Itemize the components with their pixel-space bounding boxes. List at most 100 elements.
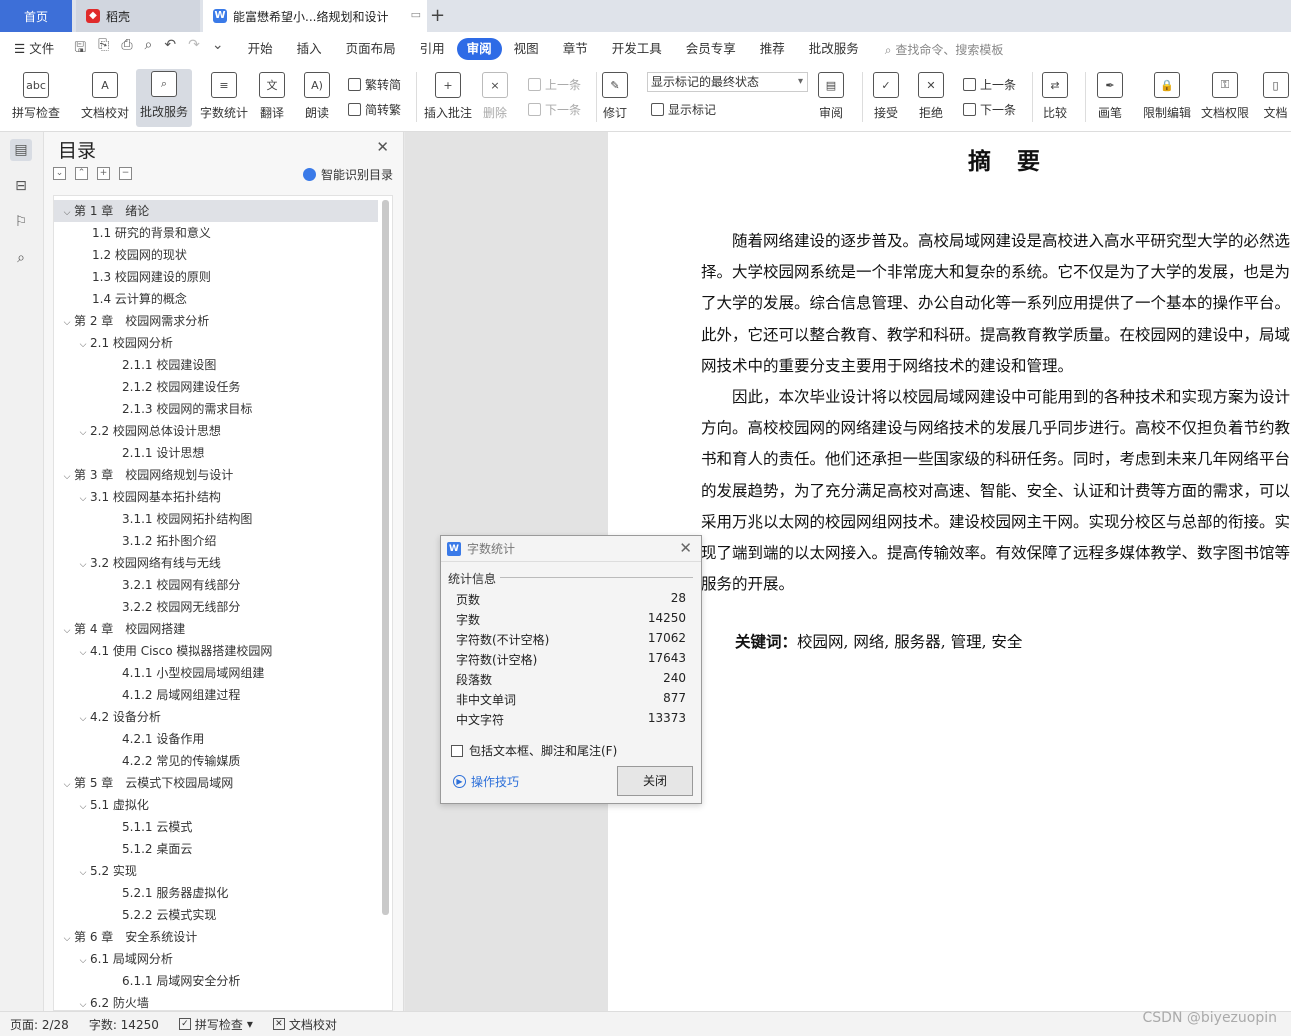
- page-indicator[interactable]: 页面: 2/28: [0, 1016, 79, 1033]
- chevron-down-icon[interactable]: ⌵: [76, 488, 90, 510]
- menu-insert[interactable]: 插入: [285, 38, 334, 60]
- toc-item[interactable]: 3.2.2 校园网无线部分: [54, 596, 240, 618]
- toc-item[interactable]: ⌵ 第 2 章 校园网需求分析: [54, 310, 210, 334]
- show-markup-button[interactable]: 显示标记: [651, 101, 716, 118]
- menu-correction[interactable]: 批改服务: [797, 38, 871, 60]
- tab-daoke[interactable]: ◆ 稻壳: [76, 0, 200, 32]
- toc-item[interactable]: ⌵ 2.1 校园网分析: [54, 332, 173, 354]
- chevron-down-icon[interactable]: ⌵: [76, 862, 90, 884]
- toc-item[interactable]: ⌵ 6.2 防火墙: [54, 992, 149, 1010]
- restrict-edit-button[interactable]: 🔒 限制编辑: [1143, 72, 1191, 121]
- toc-item[interactable]: 2.1.3 校园网的需求目标: [54, 398, 252, 420]
- include-footnotes-checkbox[interactable]: 包括文本框、脚注和尾注(F): [451, 742, 617, 759]
- pen-button[interactable]: ✒ 画笔: [1097, 72, 1123, 121]
- toc-item[interactable]: 1.2 校园网的现状: [54, 244, 187, 266]
- toc-item[interactable]: ⌵ 第 1 章 绪论: [54, 200, 378, 222]
- toc-panel-icon[interactable]: ▤: [10, 139, 32, 161]
- next-comment-button[interactable]: 下一条: [528, 101, 581, 118]
- toc-item[interactable]: ⌵ 第 6 章 安全系统设计: [54, 926, 198, 950]
- toc-item[interactable]: 1.1 研究的背景和意义: [54, 222, 211, 244]
- chevron-down-icon[interactable]: ⌵: [60, 620, 74, 642]
- spell-check-status[interactable]: ✓ 拼写检查 ▾: [169, 1016, 263, 1033]
- toc-item[interactable]: 3.1.2 拓扑图介绍: [54, 530, 216, 552]
- toc-item[interactable]: 5.2.1 服务器虚拟化: [54, 882, 228, 904]
- plus-icon[interactable]: +: [97, 167, 110, 180]
- markup-state-select[interactable]: 显示标记的最终状态: [647, 72, 808, 92]
- review-pane-button[interactable]: ▤ 审阅: [818, 72, 844, 121]
- toc-item[interactable]: ⌵ 4.2 设备分析: [54, 706, 161, 728]
- chevron-down-icon[interactable]: ⌵: [76, 708, 90, 730]
- menu-member[interactable]: 会员专享: [674, 38, 748, 60]
- toc-item[interactable]: ⌵ 5.1 虚拟化: [54, 794, 149, 816]
- toc-item[interactable]: ⌵ 4.1 使用 Cisco 模拟器搭建校园网: [54, 640, 273, 664]
- preview-icon[interactable]: ⌕: [145, 37, 153, 61]
- correction-service-button[interactable]: ⌕ 批改服务: [136, 69, 193, 127]
- undo-icon[interactable]: ↶: [164, 37, 176, 61]
- expand-icon[interactable]: ⌄: [53, 167, 66, 180]
- doc-permission-button[interactable]: ⚿ 文档权限: [1201, 72, 1249, 121]
- chevron-down-icon[interactable]: ⌵: [76, 994, 90, 1010]
- toc-item[interactable]: ⌵ 2.2 校园网总体设计思想: [54, 420, 221, 442]
- search-icon[interactable]: ⌕: [10, 247, 32, 269]
- word-count-indicator[interactable]: 字数: 14250: [79, 1016, 169, 1033]
- close-button[interactable]: 关闭: [617, 766, 693, 796]
- prev-comment-button[interactable]: 上一条: [528, 76, 581, 93]
- tab-document[interactable]: W 能富懋希望小...络规划和设计 ▭: [203, 0, 427, 32]
- chevron-down-icon[interactable]: ⌵: [76, 334, 90, 356]
- translate-button[interactable]: 文翻译: [259, 72, 285, 121]
- toc-item[interactable]: 5.1.2 桌面云: [54, 838, 192, 860]
- minus-icon[interactable]: −: [119, 167, 132, 180]
- redo-icon[interactable]: ↷: [188, 37, 200, 61]
- toc-item[interactable]: 3.2.1 校园网有线部分: [54, 574, 240, 596]
- add-tab-icon[interactable]: +: [430, 5, 445, 26]
- toc-item[interactable]: 4.2.2 常见的传输媒质: [54, 750, 240, 772]
- toc-item[interactable]: ⌵ 3.2 校园网络有线与无线: [54, 552, 221, 574]
- toc-item[interactable]: ⌵ 第 3 章 校园网络规划与设计: [54, 464, 234, 488]
- word-count-button[interactable]: ≡ 字数统计: [200, 72, 248, 121]
- chevron-down-icon[interactable]: ⌵: [60, 928, 74, 950]
- chevron-down-icon[interactable]: ⌵: [60, 312, 74, 334]
- menu-start[interactable]: 开始: [236, 38, 285, 60]
- accept-button[interactable]: ✓ 接受: [873, 72, 899, 121]
- export-icon[interactable]: ⎘: [98, 37, 109, 61]
- chevron-down-icon[interactable]: ⌵: [76, 796, 90, 818]
- save-icon[interactable]: 🖫: [74, 37, 86, 61]
- command-search[interactable]: ⌕ 查找命令、搜索模板: [885, 41, 1004, 58]
- file-menu[interactable]: ☰ 文件: [0, 38, 66, 60]
- toc-item[interactable]: 5.1.1 云模式: [54, 816, 192, 838]
- document-page[interactable]: 摘要 关键词：校园网, 网络, 服务器, 管理, 安全 随着网络建设的逐步普及。…: [608, 132, 1291, 1011]
- spell-check-button[interactable]: abc 拼写检查: [12, 72, 60, 121]
- menu-recommend[interactable]: 推荐: [748, 38, 797, 60]
- close-icon[interactable]: ✕: [376, 138, 389, 156]
- chapter-nav-icon[interactable]: ⊟: [10, 175, 32, 197]
- chevron-down-icon[interactable]: ⌵: [60, 202, 74, 224]
- menu-chapter[interactable]: 章节: [551, 38, 600, 60]
- toc-item[interactable]: ⌵ 5.2 实现: [54, 860, 137, 882]
- smart-toc-button[interactable]: 智能识别目录: [302, 166, 393, 183]
- toc-item[interactable]: 5.2.2 云模式实现: [54, 904, 216, 926]
- prev-change-button[interactable]: 上一条: [963, 76, 1016, 93]
- toc-scrollbar[interactable]: [382, 200, 389, 915]
- collapse-icon[interactable]: ⌃: [75, 167, 88, 180]
- menu-references[interactable]: 引用: [408, 38, 457, 60]
- doc-check-button[interactable]: A 文档校对: [81, 72, 129, 121]
- chevron-down-icon[interactable]: ⌵: [60, 774, 74, 796]
- menu-layout[interactable]: 页面布局: [334, 38, 408, 60]
- toc-item[interactable]: ⌵ 第 4 章 校园网搭建: [54, 618, 186, 642]
- toc-item[interactable]: ⌵ 第 5 章 云模式下校园局域网: [54, 772, 234, 796]
- chevron-down-icon[interactable]: ⌵: [60, 466, 74, 488]
- toc-item[interactable]: 4.1.1 小型校园局域网组建: [54, 662, 264, 684]
- revise-button[interactable]: ✎ 修订: [602, 72, 628, 121]
- toc-item[interactable]: 2.1.1 设计思想: [54, 442, 204, 464]
- insert-comment-button[interactable]: + 插入批注: [424, 72, 472, 121]
- toc-item[interactable]: 4.1.2 局域网组建过程: [54, 684, 240, 706]
- toc-item[interactable]: 2.1.2 校园网建设任务: [54, 376, 240, 398]
- doc-more-button[interactable]: ▯ 文档: [1260, 72, 1291, 121]
- toc-item[interactable]: 1.3 校园网建设的原则: [54, 266, 211, 288]
- compare-button[interactable]: ⇄ 比较: [1042, 72, 1068, 121]
- toc-item[interactable]: 2.1.1 校园建设图: [54, 354, 216, 376]
- toc-item[interactable]: 6.1.1 局域网安全分析: [54, 970, 240, 992]
- simp-to-trad-button[interactable]: 简转繁: [348, 101, 401, 118]
- close-icon[interactable]: ✕: [679, 539, 692, 557]
- chevron-down-icon[interactable]: ⌵: [76, 642, 90, 664]
